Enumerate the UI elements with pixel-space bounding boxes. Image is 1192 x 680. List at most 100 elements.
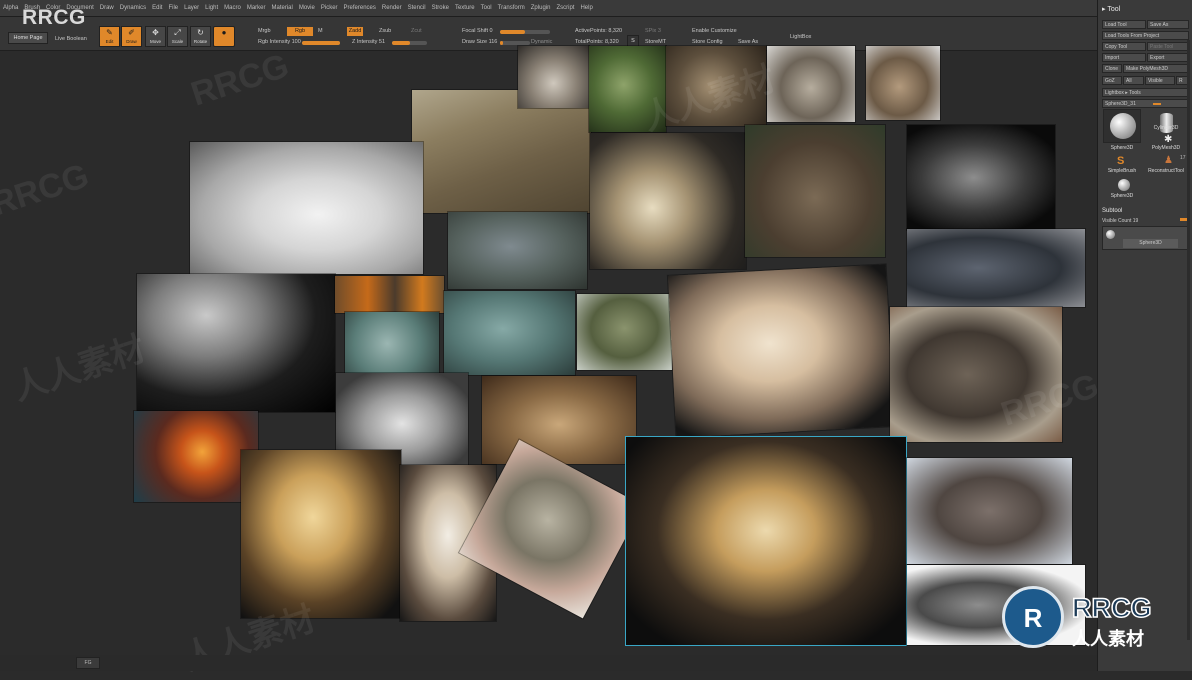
ref-dunkleosteus-skull[interactable] (907, 229, 1085, 307)
ref-dunkleosteus-model[interactable] (745, 125, 885, 257)
tool-thumb-sphere3d[interactable] (1103, 109, 1141, 143)
scale-tool-button[interactable]: ⤢ Scale (167, 26, 188, 47)
menu-item-zplugin[interactable]: Zplugin (528, 0, 554, 16)
store-config-button[interactable]: Store Config (692, 39, 723, 45)
ref-crocodile-scales[interactable] (412, 90, 591, 213)
enable-customize-button[interactable]: Enable Customize (692, 28, 737, 34)
rgb-intensity-slider[interactable] (302, 41, 340, 45)
menu-item-layer[interactable]: Layer (181, 0, 202, 16)
menu-item-draw[interactable]: Draw (97, 0, 117, 16)
menu-item-help[interactable]: Help (577, 0, 595, 16)
store-mt-button[interactable]: StoreMT (645, 39, 666, 45)
zsub-button[interactable]: Zsub (379, 28, 391, 34)
mrgb-button[interactable]: Mrgb (258, 28, 271, 34)
menu-item-render[interactable]: Render (379, 0, 405, 16)
bottom-chip[interactable]: FG (76, 657, 100, 669)
home-page-button[interactable]: Home Page (8, 32, 48, 44)
ref-water-dragon[interactable] (577, 294, 672, 370)
menu-item-stencil[interactable]: Stencil (405, 0, 429, 16)
dynamic-button[interactable]: Dynamic (531, 39, 552, 45)
menu-item-marker[interactable]: Marker (244, 0, 269, 16)
load-tools-from-project-button[interactable]: Load Tools From Project (1102, 31, 1189, 40)
draw-size-slider[interactable] (500, 41, 530, 45)
ref-dunkleosteus-bronze[interactable] (890, 307, 1062, 442)
scale-icon: ⤢ (174, 28, 181, 37)
ref-snapping-turtle-head[interactable] (666, 46, 766, 126)
menu-item-tool[interactable]: Tool (478, 0, 495, 16)
ref-bat-skeleton-closeup[interactable] (625, 436, 907, 646)
material-sphere-button[interactable]: ● (213, 26, 235, 47)
ref-green-turtle-head[interactable] (589, 46, 666, 132)
zadd-button[interactable]: Zadd (347, 27, 363, 36)
rotate-icon: ↻ (197, 28, 204, 37)
ref-bat-skull-yellow[interactable] (241, 450, 401, 618)
rotate-tool-button[interactable]: ↻ Rotate (190, 26, 211, 47)
ref-bat-skull[interactable] (667, 264, 895, 438)
ref-fish-skeleton-model[interactable] (907, 125, 1055, 230)
ref-rhino-iguana[interactable] (448, 212, 587, 289)
menu-item-light[interactable]: Light (202, 0, 221, 16)
menu-item-macro[interactable]: Macro (221, 0, 244, 16)
active-points-readout: ActivePoints: 8,320 (575, 28, 623, 34)
ref-dunkleosteus-render[interactable] (907, 458, 1072, 564)
live-boolean-button[interactable]: Live Boolean (55, 36, 87, 42)
load-tool-button[interactable]: Load Tool (1102, 20, 1146, 29)
focal-shift-slider[interactable] (500, 30, 550, 34)
menu-item-movie[interactable]: Movie (296, 0, 318, 16)
draw-tool-button[interactable]: ✐ Draw (121, 26, 142, 47)
ref-turtle-skull-1[interactable] (518, 46, 589, 108)
ref-toad-lips[interactable] (482, 376, 636, 464)
move-icon: ✥ (152, 28, 159, 37)
zcut-button[interactable]: Zcut (411, 28, 422, 34)
ref-dragon-eye[interactable] (134, 411, 258, 502)
rgb-intensity-label: Rgb Intensity 100 (258, 39, 301, 45)
menu-item-transform[interactable]: Transform (495, 0, 528, 16)
ref-skeleton-fang[interactable] (590, 133, 746, 269)
menu-item-dynamics[interactable]: Dynamics (117, 0, 149, 16)
menu-item-alpha[interactable]: Alpha (0, 0, 21, 16)
copy-tool-button[interactable]: Copy Tool (1102, 42, 1146, 51)
clone-button[interactable]: Clone (1102, 64, 1122, 73)
lightbox-button[interactable]: LightBox (790, 34, 811, 40)
menu-item-preferences[interactable]: Preferences (341, 0, 379, 16)
edit-tool-button[interactable]: ✎ Edit (99, 26, 120, 47)
ref-turtle-skull-2[interactable] (767, 46, 855, 122)
import-button[interactable]: Import (1102, 53, 1146, 62)
save-as-button[interactable]: Save As (1147, 20, 1189, 29)
ref-dragon-head-sculpts[interactable] (137, 274, 335, 412)
save-as-toolbar-button[interactable]: Save As (738, 39, 758, 45)
make-polymesh-button[interactable]: Make PolyMesh3D (1123, 64, 1189, 73)
goz-button[interactable]: GoZ (1102, 76, 1122, 85)
paste-tool-button[interactable]: Paste Tool (1147, 42, 1189, 51)
menu-item-zscript[interactable]: Zscript (553, 0, 577, 16)
export-button[interactable]: Export (1147, 53, 1189, 62)
menu-bar: Alpha Brush Color Document Draw Dynamics Edit F… (0, 0, 1192, 17)
ref-albino-alligator[interactable] (190, 142, 423, 274)
ref-iguana-side[interactable] (444, 291, 575, 375)
current-tool-slider[interactable]: Sphere3D_31 (1102, 99, 1189, 108)
rgb-button[interactable]: Rgb (287, 27, 313, 36)
rrcg-brand-watermark: R RRCG 人人素材 (1000, 583, 1190, 663)
move-tool-button[interactable]: ✥ Move (145, 26, 166, 47)
z-intensity-slider[interactable] (392, 41, 427, 45)
polymesh-star-icon: ✱ (1164, 134, 1173, 145)
lightbox-tools-button[interactable]: Lightbox ▸ Tools (1102, 88, 1189, 97)
menu-item-material[interactable]: Material (269, 0, 296, 16)
palette-scrollbar[interactable] (1187, 40, 1190, 640)
ref-reptile-eye-orange[interactable] (335, 276, 444, 313)
brand-name: RRCG (1071, 592, 1152, 624)
ref-iguana-face[interactable] (345, 312, 439, 375)
menu-item-stroke[interactable]: Stroke (429, 0, 452, 16)
menu-item-texture[interactable]: Texture (452, 0, 478, 16)
menu-item-file[interactable]: File (165, 0, 181, 16)
visible-button[interactable]: Visible (1145, 76, 1175, 85)
menu-item-edit[interactable]: Edit (149, 0, 165, 16)
tool-thumb-label: PolyMesh3D (1151, 145, 1181, 151)
subtool-title[interactable]: Subtool (1102, 208, 1122, 214)
reference-canvas[interactable]: RRCG RRCG RRCG 人人素材 人人素材 人人素材 (0, 46, 1103, 678)
menu-item-picker[interactable]: Picker (318, 0, 341, 16)
all-button[interactable]: All (1123, 76, 1144, 85)
m-button[interactable]: M (318, 28, 323, 34)
subtool-item[interactable]: Sphere3D (1102, 226, 1189, 250)
ref-turtle-skull-3[interactable] (866, 46, 940, 120)
